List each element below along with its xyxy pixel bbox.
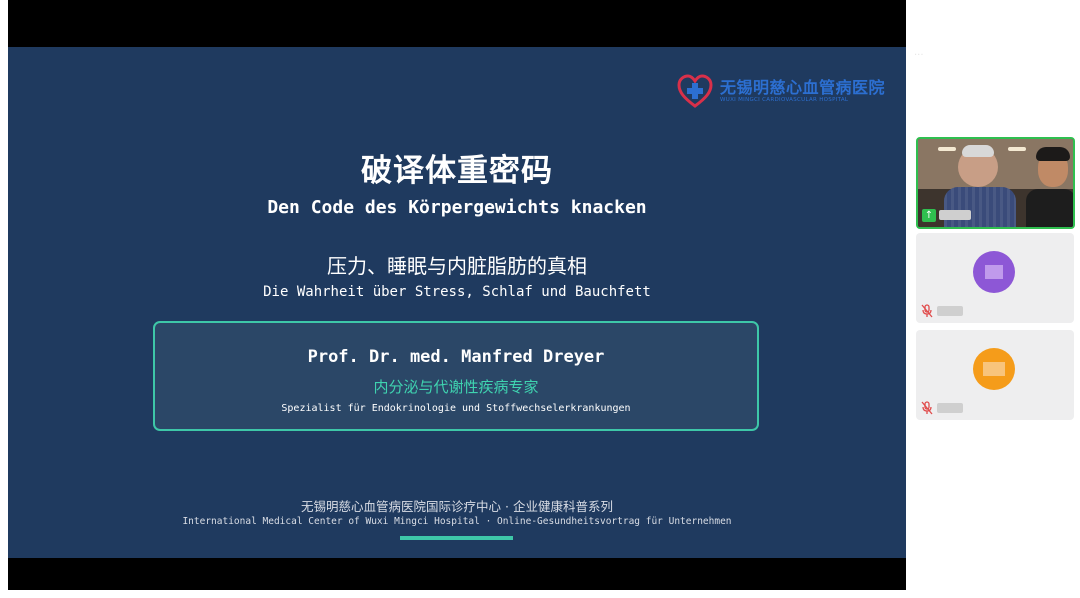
slide-subtitle-cn: 压力、睡眠与内脏脂肪的真相 [327, 254, 587, 278]
participant-tile-2[interactable] [916, 233, 1074, 323]
mic-muted-icon [921, 304, 933, 318]
speaker-role-cn: 内分泌与代谢性疾病专家 [373, 378, 539, 396]
participant-tile-3[interactable] [916, 330, 1074, 420]
blurred-name [937, 306, 963, 316]
participant-nametag [920, 303, 963, 319]
avatar [973, 251, 1015, 293]
blurred-name [937, 403, 963, 413]
participant-nametag: ↑ [922, 207, 971, 223]
footer-text-cn: 无锡明慈心血管病医院国际诊疗中心 · 企业健康科普系列 [301, 499, 613, 514]
participant-tile-speaker[interactable]: ↑ [916, 137, 1075, 229]
presentation-slide: 无锡明慈心血管病医院 WUXI MINGCI CARDIOVASCULAR HO… [8, 47, 906, 558]
slide-subtitle-de: Die Wahrheit über Stress, Schlaf und Bau… [263, 284, 651, 300]
footer-text-en: International Medical Center of Wuxi Min… [182, 516, 732, 527]
shared-screen: 无锡明慈心血管病医院 WUXI MINGCI CARDIOVASCULAR HO… [8, 0, 906, 590]
blurred-name [939, 210, 971, 220]
speaker-card: Prof. Dr. med. Manfred Dreyer 内分泌与代谢性疾病专… [153, 321, 759, 431]
hospital-logo-icon [677, 74, 713, 108]
mic-muted-icon [921, 401, 933, 415]
watermark: ··· [914, 50, 924, 61]
logo-text-cn: 无锡明慈心血管病医院 [720, 77, 886, 97]
footer-accent-bar [400, 536, 513, 540]
logo-text-en: WUXI MINGCI CARDIOVASCULAR HOSPITAL [720, 96, 849, 103]
hospital-logo: 无锡明慈心血管病医院 WUXI MINGCI CARDIOVASCULAR HO… [676, 73, 885, 109]
speaker-name: Prof. Dr. med. Manfred Dreyer [307, 347, 605, 367]
avatar [973, 348, 1015, 390]
slide-title-cn: 破译体重密码 [361, 153, 553, 189]
participant-panel: ··· ↑ [914, 0, 1080, 598]
slide-title-de: Den Code des Körpergewichts knacken [267, 197, 647, 218]
screen-share-icon: ↑ [922, 208, 936, 222]
participant-nametag [920, 400, 963, 416]
speaker-role-de: Spezialist für Endokrinologie und Stoffw… [281, 403, 631, 414]
